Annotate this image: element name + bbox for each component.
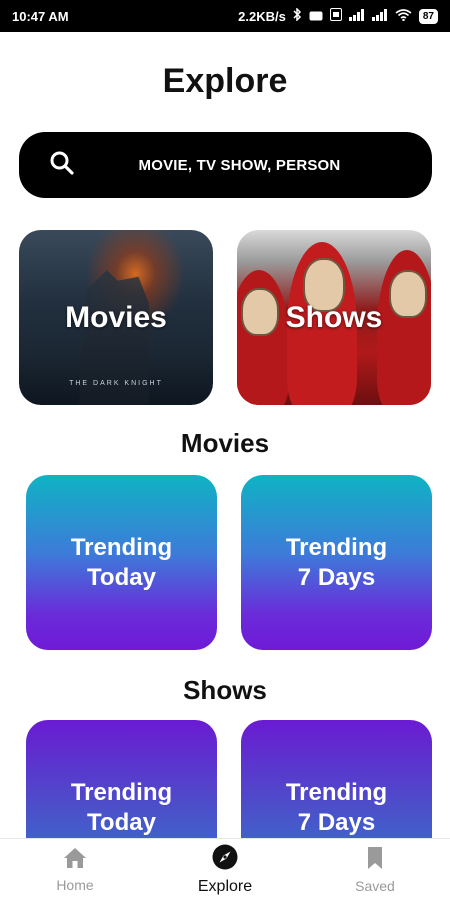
status-time: 10:47 AM — [12, 8, 69, 24]
nav-saved-label: Saved — [355, 877, 395, 894]
signal-1-icon — [348, 8, 365, 24]
nav-home[interactable]: Home — [15, 847, 135, 893]
wifi-icon — [395, 8, 412, 24]
movies-trending-today-card[interactable]: Trending Today — [26, 475, 217, 650]
search-icon — [49, 150, 75, 181]
bluetooth-icon — [293, 7, 302, 24]
movies-trending-7days-card[interactable]: Trending 7 Days — [241, 475, 432, 650]
bookmark-icon — [366, 846, 384, 875]
compass-icon — [212, 844, 238, 875]
shows-section-title: Shows — [183, 675, 267, 705]
status-bar: 10:47 AM 2.2KB/s 87 — [0, 0, 450, 32]
movies-category-tile[interactable]: Movies THE DARK KNIGHT — [19, 230, 213, 405]
home-icon — [63, 847, 87, 874]
nav-explore-label: Explore — [197, 877, 253, 895]
shows-tile-label: Shows — [285, 300, 383, 334]
shows-category-tile[interactable]: Shows — [237, 230, 431, 405]
show-poster-mask — [389, 270, 427, 318]
nav-saved[interactable]: Saved — [315, 846, 435, 894]
status-icons: 2.2KB/s 87 — [238, 7, 438, 24]
show-poster-mask — [241, 288, 279, 336]
movies-tile-label: Movies — [65, 300, 167, 334]
search-bar[interactable]: MOVIE, TV SHOW, PERSON — [19, 132, 432, 198]
movie-poster-caption: THE DARK KNIGHT — [69, 380, 163, 387]
bottom-nav: Home Explore Saved — [0, 838, 450, 900]
page-title: Explore — [162, 62, 288, 100]
nav-explore[interactable]: Explore — [165, 844, 285, 896]
network-speed: 2.2KB/s — [238, 8, 286, 24]
nav-home-label: Home — [56, 876, 94, 893]
search-placeholder: MOVIE, TV SHOW, PERSON — [138, 156, 341, 174]
sim-icon — [329, 8, 342, 24]
battery-indicator: 87 — [418, 8, 438, 24]
movies-section-title: Movies — [180, 428, 270, 458]
signal-2-icon — [371, 8, 388, 24]
vibrate-icon — [309, 9, 323, 24]
